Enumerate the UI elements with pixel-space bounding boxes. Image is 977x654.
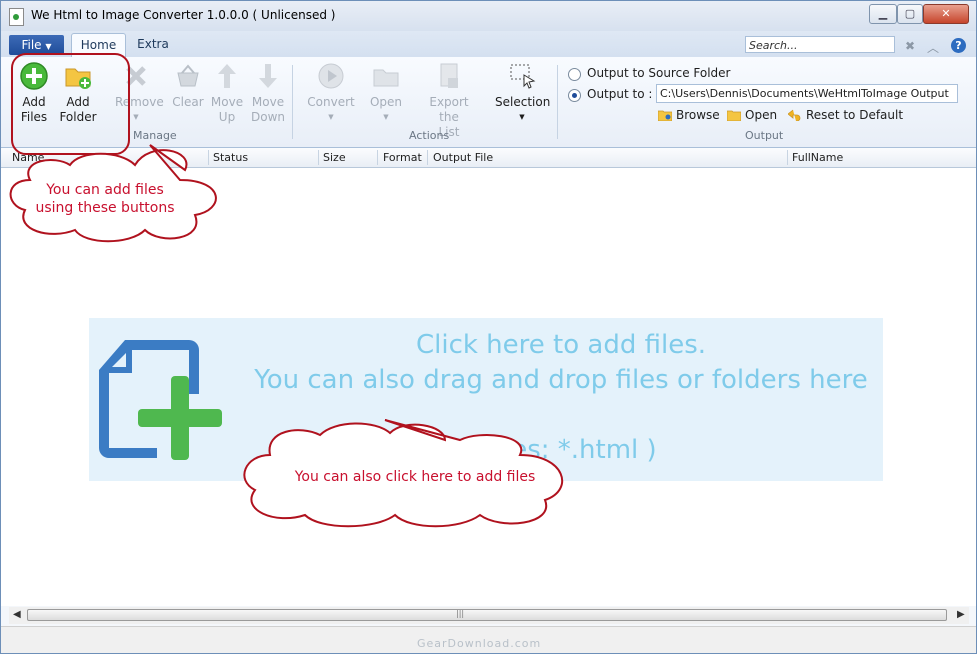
top-callout-text: You can add files using these buttons <box>35 182 175 216</box>
annotation-overlay <box>9 53 564 528</box>
highlight-box <box>11 53 130 155</box>
bottom-callout-text: You can also click here to add files <box>294 469 536 485</box>
